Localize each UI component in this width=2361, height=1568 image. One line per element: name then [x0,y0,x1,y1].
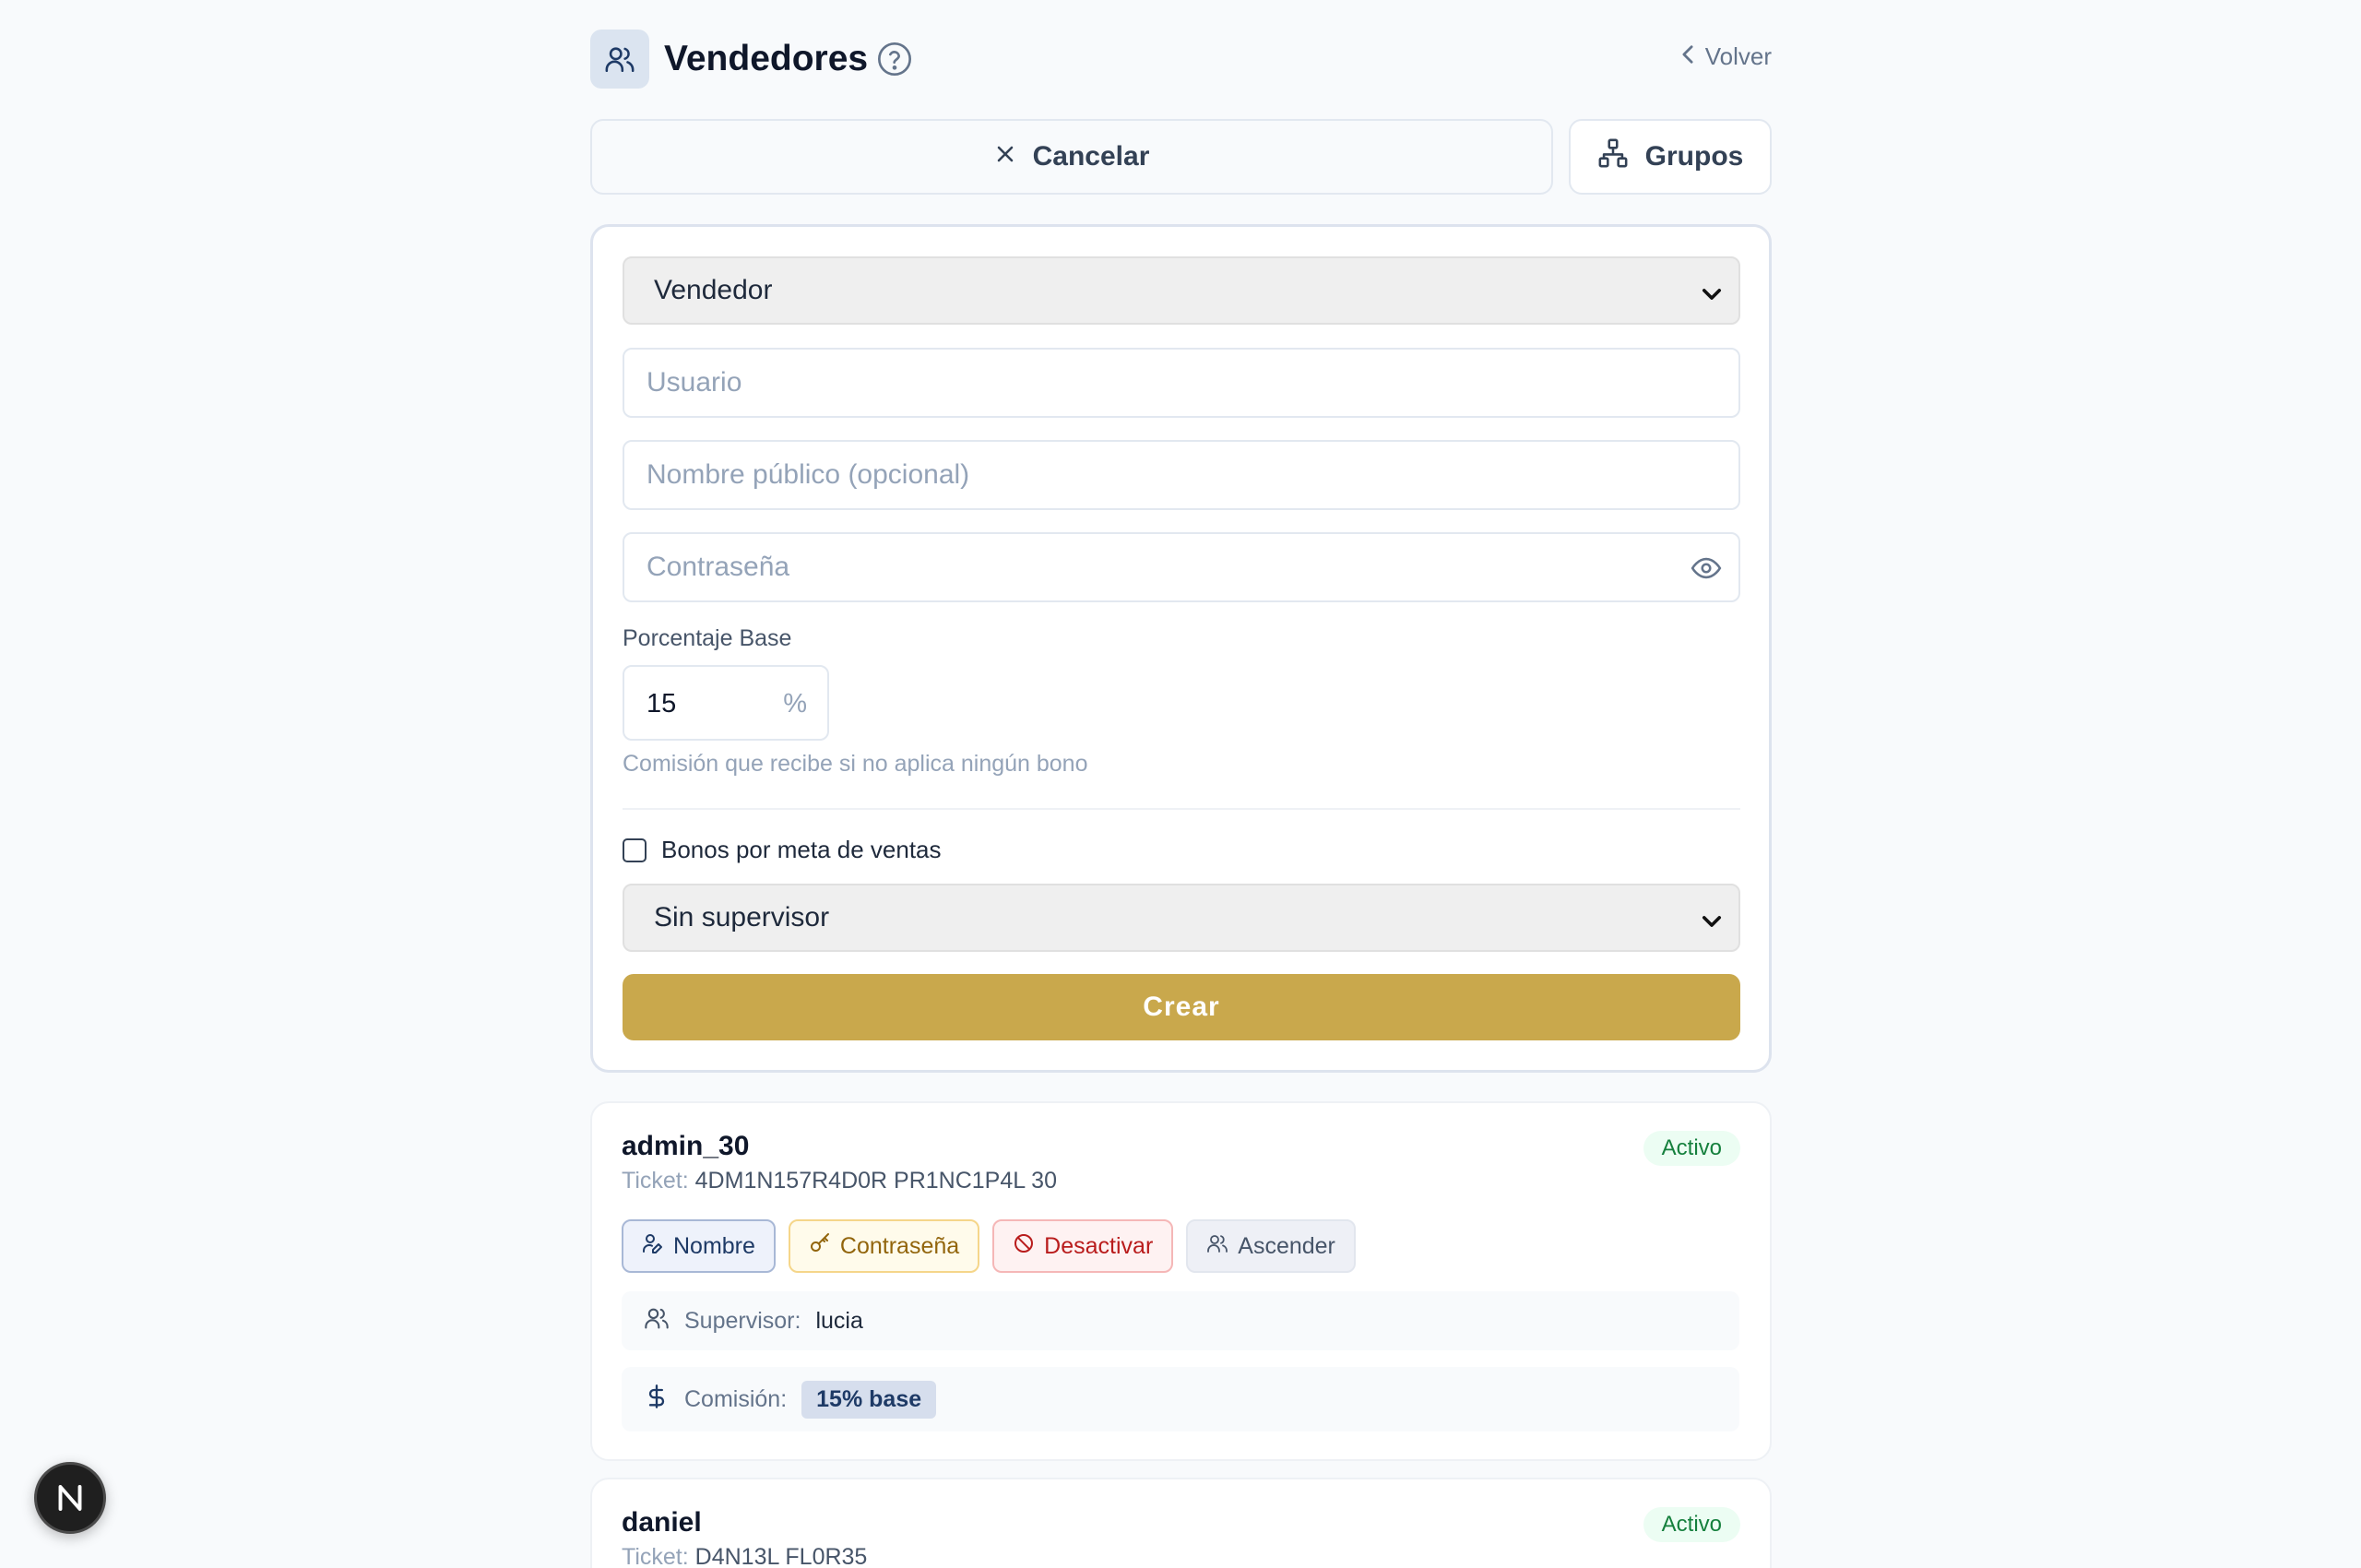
page-header: Vendedores Volver [590,30,1772,89]
public-name-input[interactable]: Nombre público (opcional) [623,440,1740,510]
close-icon [994,141,1016,172]
deactivate-label: Desactivar [1044,1232,1154,1259]
supervisor-value: lucia [815,1307,863,1334]
create-button[interactable]: Crear [623,974,1740,1040]
commission-row: Comisión: 15% base [622,1367,1739,1431]
users-icon [644,1305,670,1337]
hierarchy-icon [1597,137,1629,176]
page-title: Vendedores [664,39,869,78]
vendor-card: admin_30 Ticket: 4DM1N157R4D0R PR1NC1P4L… [590,1101,1772,1461]
ban-icon [1013,1232,1035,1261]
username-input[interactable]: Usuario [623,348,1740,418]
rename-label: Nombre [673,1232,755,1259]
groups-label: Grupos [1644,141,1744,172]
supervisor-label: Supervisor: [684,1307,801,1334]
cancel-button[interactable]: Cancelar [590,119,1553,195]
percent-sign: % [783,689,807,719]
password-label: Contraseña [839,1232,960,1259]
vendor-card: daniel Ticket: D4N13L FL0R35 Activo [590,1478,1772,1568]
vendor-ticket: Ticket: D4N13L FL0R35 [622,1544,867,1568]
chevron-down-icon [1702,280,1722,312]
bonus-checkbox-row[interactable]: Bonos por meta de ventas [623,836,942,864]
base-percent-value: 15 [647,689,677,719]
create-vendor-form: Vendedor Usuario Nombre público (opciona… [590,224,1772,1073]
role-select[interactable]: Vendedor [623,256,1740,325]
ticket-code: 4DM1N157R4D0R PR1NC1P4L 30 [694,1168,1057,1194]
deactivate-button[interactable]: Desactivar [992,1219,1174,1273]
key-icon [809,1232,831,1261]
ticket-label: Ticket: [622,1544,689,1568]
vendor-ticket: Ticket: 4DM1N157R4D0R PR1NC1P4L 30 [622,1168,1057,1194]
next-dev-badge[interactable] [34,1462,106,1534]
status-badge: Activo [1643,1131,1740,1166]
dollar-icon [644,1384,670,1416]
commission-pill: 15% base [801,1380,937,1419]
rename-button[interactable]: Nombre [622,1219,776,1273]
base-percent-input[interactable]: 15 % [623,665,829,741]
public-name-placeholder: Nombre público (opcional) [647,459,970,490]
eye-icon[interactable] [1691,552,1722,591]
groups-button[interactable]: Grupos [1569,119,1772,195]
chevron-left-icon [1679,42,1696,71]
supervisor-row: Supervisor: lucia [622,1291,1739,1350]
cancel-label: Cancelar [1032,141,1150,172]
password-button[interactable]: Contraseña [788,1219,980,1273]
vendor-name: daniel [622,1507,702,1538]
supervisor-select-value: Sin supervisor [654,902,830,932]
promote-label: Ascender [1238,1232,1335,1259]
password-placeholder: Contraseña [647,552,790,582]
password-input[interactable]: Contraseña [623,532,1740,602]
promote-button[interactable]: Ascender [1186,1219,1356,1273]
users-icon [1206,1232,1228,1261]
n-logo-icon [58,1485,82,1511]
base-percent-label: Porcentaje Base [623,625,792,651]
supervisor-select[interactable]: Sin supervisor [623,884,1740,952]
vendor-name: admin_30 [622,1131,750,1161]
user-edit-icon [642,1232,664,1261]
vendor-actions: Nombre Contraseña Desactivar Ascender [622,1219,1356,1273]
bonus-checkbox[interactable] [623,837,647,862]
divider [623,808,1740,810]
ticket-code: D4N13L FL0R35 [694,1544,868,1568]
base-percent-hint: Comisión que recibe si no aplica ningún … [623,751,1088,777]
users-icon [590,30,649,89]
bonus-checkbox-label[interactable]: Bonos por meta de ventas [661,836,942,864]
commission-label: Comisión: [684,1385,788,1412]
status-badge: Activo [1643,1507,1740,1542]
chevron-down-icon [1702,908,1722,939]
role-select-value: Vendedor [654,275,773,305]
back-link[interactable]: Volver [1679,42,1772,71]
ticket-label: Ticket: [622,1168,689,1194]
back-label: Volver [1704,42,1772,70]
username-placeholder: Usuario [647,367,742,398]
help-icon[interactable] [876,41,913,77]
